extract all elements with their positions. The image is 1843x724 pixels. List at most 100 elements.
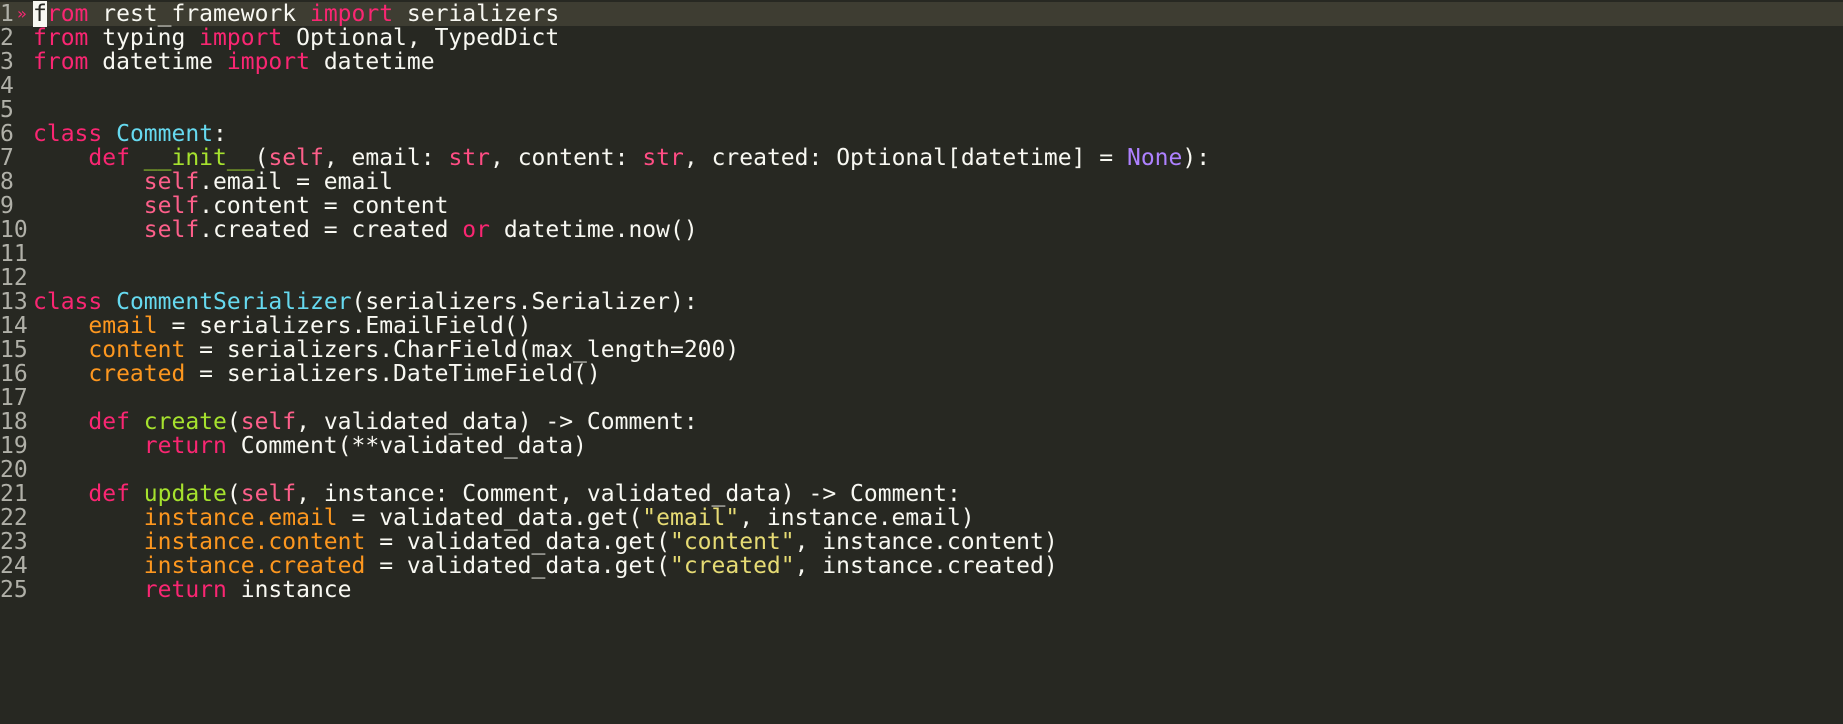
code-token-plain: datetime [309, 49, 435, 75]
code-token-plain: , instance.email) [739, 505, 975, 531]
line-number: 5 [0, 97, 14, 123]
code-line[interactable]: 24 instance.created = validated_data.get… [0, 554, 1843, 578]
code-line[interactable]: 7 def __init__(self, email: str, content… [0, 146, 1843, 170]
code-token-plain: = validated_data.get( [365, 553, 670, 579]
line-number: 12 [0, 265, 28, 291]
code-line[interactable]: 6 class Comment: [0, 122, 1843, 146]
code-line[interactable]: 16 created = serializers.DateTimeField() [0, 362, 1843, 386]
code-line[interactable]: 13 class CommentSerializer(serializers.Se… [0, 290, 1843, 314]
code-token-str: "created" [669, 553, 795, 579]
code-token-plain: , email: [323, 145, 449, 171]
code-line[interactable]: 10 self.created = created or datetime.no… [0, 218, 1843, 242]
line-number: 20 [0, 457, 28, 483]
code-token-class: Comment [116, 121, 214, 147]
code-token-plain: instance [226, 577, 352, 603]
code-token-plain: typing [88, 25, 200, 51]
code-token-plain: .email = email [199, 169, 394, 195]
line-number: 6 [0, 121, 14, 147]
code-token-plain: = serializers.EmailField() [157, 313, 532, 339]
code-token-kw: def [88, 145, 130, 171]
code-token-plain: ( [226, 409, 241, 435]
line-number: 4 [0, 73, 14, 99]
code-token-plain: = validated_data.get( [337, 505, 643, 531]
code-token-str: "content" [669, 529, 795, 555]
code-token-type: str [448, 145, 490, 171]
code-line[interactable]: 18 def create(self, validated_data) -> C… [0, 410, 1843, 434]
code-token-param: email [88, 313, 158, 339]
code-line[interactable]: 8 self.email = email [0, 170, 1843, 194]
code-token-plain: Comment(**validated_data) [226, 433, 587, 459]
code-line[interactable]: 25 return instance [0, 578, 1843, 602]
code-line[interactable]: 17 [0, 386, 1843, 410]
line-number: 22 [0, 505, 28, 531]
code-line[interactable]: 20 [0, 458, 1843, 482]
code-token-plain: , validated_data) -> Comment: [296, 409, 698, 435]
code-token-plain: datetime [88, 49, 227, 75]
code-token-param: instance.created [143, 553, 366, 579]
code-line[interactable]: 9 self.content = content [0, 194, 1843, 218]
code-line[interactable]: 12 [0, 266, 1843, 290]
line-number: 14 [0, 313, 28, 339]
line-number: 24 [0, 553, 28, 579]
line-number: 9 [0, 193, 14, 219]
code-line[interactable]: 22 instance.email = validated_data.get("… [0, 506, 1843, 530]
code-token-param: created [88, 361, 186, 387]
line-number: 15 [0, 337, 28, 363]
code-token-plain: = serializers.DateTimeField() [185, 361, 601, 387]
code-editor[interactable]: 1» from rest_framework import serializers… [0, 0, 1843, 724]
code-token-type: str [642, 145, 684, 171]
line-number: 2 [0, 25, 14, 51]
code-text: self.email = email [33, 170, 393, 194]
code-line[interactable]: 15 content = serializers.CharField(max_l… [0, 338, 1843, 362]
code-text: return Comment(**validated_data) [33, 434, 587, 458]
code-text: class Comment: [33, 122, 227, 146]
code-line[interactable]: 23 instance.content = validated_data.get… [0, 530, 1843, 554]
code-line[interactable]: 1» from rest_framework import serializers [0, 1, 1843, 27]
code-token-plain: = validated_data.get( [365, 529, 670, 555]
code-text: class CommentSerializer(serializers.Seri… [33, 290, 698, 314]
code-token-param: instance.content [143, 529, 366, 555]
code-line[interactable]: 14 email = serializers.EmailField() [0, 314, 1843, 338]
code-token-plain: serializers [393, 1, 560, 27]
code-token-rest: rom [46, 1, 89, 27]
line-number: 19 [0, 433, 28, 459]
code-text: def __init__(self, email: str, content: … [33, 146, 1210, 170]
code-token-class: CommentSerializer [116, 289, 352, 315]
code-token-kw: from [33, 1, 88, 27]
code-token-plain: datetime.now() [489, 217, 698, 243]
code-token-kw: def [88, 481, 130, 507]
line-number: 18 [0, 409, 28, 435]
code-text: instance.email = validated_data.get("ema… [33, 506, 975, 530]
code-line[interactable]: 3 from datetime import datetime [0, 50, 1843, 74]
code-token-kw: import [199, 25, 283, 51]
code-token-kw: return [143, 433, 227, 459]
code-line[interactable]: 2 from typing import Optional, TypedDict [0, 26, 1843, 50]
code-token-str: "email" [642, 505, 740, 531]
code-token-param: content [88, 337, 186, 363]
line-number: 23 [0, 529, 28, 555]
code-line[interactable]: 19 return Comment(**validated_data) [0, 434, 1843, 458]
code-token-kw: import [226, 49, 310, 75]
line-number: 25 [0, 577, 28, 603]
code-token-kw: class [33, 121, 103, 147]
code-line[interactable]: 11 [0, 242, 1843, 266]
code-line[interactable]: 21 def update(self, instance: Comment, v… [0, 482, 1843, 506]
code-line[interactable]: 5 [0, 98, 1843, 122]
code-token-kw: return [143, 577, 227, 603]
code-line[interactable]: 4 [0, 74, 1843, 98]
code-text: content = serializers.CharField(max_leng… [33, 338, 739, 362]
code-token-plain: .created = created [199, 217, 463, 243]
line-number: 13 [0, 289, 28, 315]
code-token-plain: ( [226, 481, 241, 507]
